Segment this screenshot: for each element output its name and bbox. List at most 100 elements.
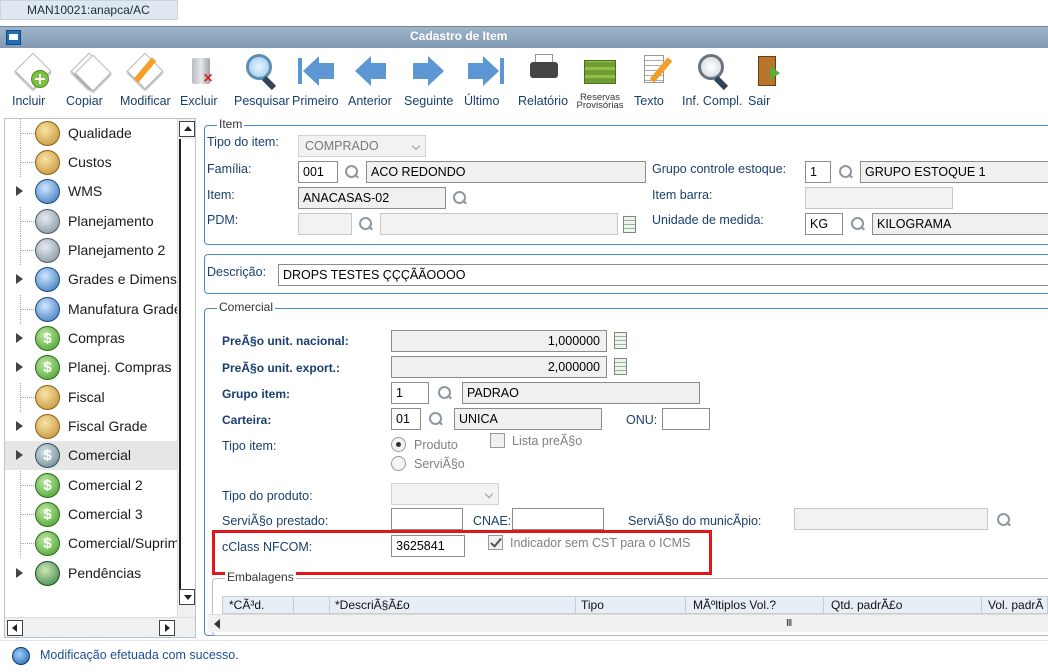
scroll-up-arrow-icon[interactable] bbox=[179, 121, 195, 137]
ultimo-button[interactable]: Último bbox=[464, 52, 508, 114]
preco-export-field[interactable]: 2,000000 bbox=[391, 356, 607, 378]
calculator-icon[interactable] bbox=[614, 358, 627, 375]
calculator-icon[interactable] bbox=[614, 332, 627, 349]
servico-radio[interactable] bbox=[391, 456, 406, 471]
sidebar-item-grades-e-dimensoes[interactable]: Grades e Dimensi bbox=[5, 265, 177, 294]
familia-code-field[interactable]: 001 bbox=[298, 161, 338, 183]
scroll-down-arrow-icon[interactable] bbox=[179, 589, 195, 605]
sidebar-item-custos[interactable]: Custos bbox=[5, 148, 177, 177]
familia-lookup-icon[interactable] bbox=[344, 164, 360, 180]
window-tab[interactable]: MAN10021:anapca/AC bbox=[0, 0, 178, 20]
relatorio-button[interactable]: Relatório bbox=[518, 52, 570, 114]
pdm-code-field[interactable] bbox=[298, 213, 352, 235]
pdm-detail-icon[interactable] bbox=[623, 216, 636, 233]
sidebar-item-fiscal[interactable]: Fiscal bbox=[5, 383, 177, 412]
inf-compl-button[interactable]: Inf. Compl. bbox=[682, 52, 742, 114]
produto-label: Produto bbox=[414, 438, 458, 452]
grupo-item-label: Grupo item: bbox=[222, 387, 290, 401]
excluir-button[interactable]: × Excluir bbox=[180, 52, 222, 114]
item-code-field[interactable]: ANACASAS-02 bbox=[298, 187, 446, 209]
scroll-right-arrow-icon[interactable] bbox=[159, 620, 175, 636]
sidebar-item-planejamento-2[interactable]: Planejamento 2 bbox=[5, 236, 177, 265]
unidade-code-field[interactable]: KG bbox=[805, 213, 843, 235]
sidebar-item-comercial-2[interactable]: $ Comercial 2 bbox=[5, 471, 177, 500]
carteira-code-field[interactable]: 01 bbox=[391, 408, 421, 430]
grupo-estoque-lookup-icon[interactable] bbox=[838, 164, 854, 180]
col-tipo[interactable]: Tipo bbox=[581, 598, 604, 612]
descricao-field[interactable]: DROPS TESTES ÇÇÇÃÃOOOO bbox=[278, 264, 1048, 286]
trash-icon: × bbox=[183, 52, 219, 90]
sidebar-item-compras[interactable]: $ Compras bbox=[5, 324, 177, 353]
carteira-lookup-icon[interactable] bbox=[428, 411, 444, 427]
tipo-produto-select[interactable] bbox=[391, 483, 499, 505]
scroll-left-arrow-icon[interactable] bbox=[7, 620, 23, 636]
scroll-thumb[interactable] bbox=[179, 139, 195, 599]
grupo-item-lookup-icon[interactable] bbox=[437, 385, 453, 401]
tipo-item-select[interactable]: COMPRADO bbox=[298, 135, 426, 157]
sidebar-item-wms[interactable]: WMS bbox=[5, 177, 177, 206]
fiscal-icon bbox=[35, 385, 60, 410]
servico-prestado-field[interactable] bbox=[391, 508, 463, 530]
expand-arrow-icon[interactable] bbox=[16, 568, 23, 578]
sidebar-item-comercial-suprim[interactable]: $ Comercial/Suprim bbox=[5, 529, 177, 558]
status-message: Modificação efetuada com sucesso. bbox=[40, 648, 239, 662]
servico-municipio-field[interactable] bbox=[794, 508, 988, 530]
sair-button[interactable]: Sair bbox=[748, 52, 784, 114]
pesquisar-button[interactable]: Pesquisar bbox=[234, 52, 290, 114]
sidebar-item-comercial-3[interactable]: $ Comercial 3 bbox=[5, 500, 177, 529]
reservas-provisorias-button[interactable]: Reservas Provisórias bbox=[572, 52, 628, 114]
pdm-lookup-icon[interactable] bbox=[358, 216, 374, 232]
produto-radio[interactable] bbox=[391, 437, 406, 452]
modificar-button[interactable]: Modificar bbox=[120, 52, 172, 114]
search-icon bbox=[242, 52, 278, 91]
item-lookup-icon[interactable] bbox=[452, 190, 468, 206]
expand-arrow-icon[interactable] bbox=[16, 186, 23, 196]
sidebar-item-planej-compras[interactable]: $ Planej. Compras bbox=[5, 353, 177, 382]
col-descricao[interactable]: *DescriÃ§Ã£o bbox=[335, 598, 410, 612]
cnae-field[interactable] bbox=[512, 508, 604, 530]
copiar-button[interactable]: Copiar bbox=[66, 52, 114, 114]
sidebar-item-fiscal-grade[interactable]: Fiscal Grade bbox=[5, 412, 177, 441]
expand-arrow-icon[interactable] bbox=[16, 333, 23, 343]
familia-desc-field: ACO REDONDO bbox=[366, 161, 646, 183]
sidebar-vertical-scrollbar[interactable] bbox=[177, 119, 195, 617]
col-qtd-padrao[interactable]: Qtd. padrÃ£o bbox=[831, 598, 902, 612]
grupo-item-code-field[interactable]: 1 bbox=[391, 382, 429, 404]
sidebar-item-qualidade[interactable]: Qualidade bbox=[5, 119, 177, 148]
item-barra-field[interactable] bbox=[805, 187, 953, 209]
primeiro-button[interactable]: Primeiro bbox=[292, 52, 340, 114]
incluir-button[interactable]: Incluir bbox=[12, 52, 56, 114]
expand-arrow-icon[interactable] bbox=[16, 362, 23, 372]
servico-municipio-lookup-icon[interactable] bbox=[996, 512, 1012, 528]
preco-export-label: PreÃ§o unit. export.: bbox=[222, 361, 341, 375]
sidebar-item-comercial[interactable]: $ Comercial bbox=[5, 441, 177, 470]
scroll-grip[interactable]: III bbox=[786, 618, 792, 629]
preco-nacional-field[interactable]: 1,000000 bbox=[391, 330, 607, 352]
last-record-icon bbox=[468, 52, 504, 90]
sidebar-item-planejamento[interactable]: Planejamento bbox=[5, 207, 177, 236]
texto-button[interactable]: Texto bbox=[634, 52, 674, 114]
expand-arrow-icon[interactable] bbox=[16, 450, 23, 460]
col-multiplos-vol[interactable]: MÃºltiplos Vol.? bbox=[693, 598, 776, 612]
unidade-label: Unidade de medida: bbox=[652, 213, 764, 227]
onu-field[interactable] bbox=[662, 408, 710, 430]
expand-arrow-icon[interactable] bbox=[16, 421, 23, 431]
highlight-box bbox=[212, 530, 712, 575]
sidebar-item-manufatura-grade[interactable]: Manufatura Grade bbox=[5, 295, 177, 324]
unidade-lookup-icon[interactable] bbox=[850, 216, 866, 232]
embalagens-horizontal-scrollbar[interactable]: III bbox=[208, 614, 1048, 632]
col-codigo[interactable]: *CÃ³d. bbox=[229, 598, 264, 612]
title-bar: Cadastro de Item bbox=[0, 26, 1048, 48]
onu-label: ONU: bbox=[626, 413, 658, 427]
scroll-left-arrow-icon[interactable] bbox=[214, 619, 220, 629]
seguinte-button[interactable]: Seguinte bbox=[404, 52, 453, 114]
anterior-button[interactable]: Anterior bbox=[348, 52, 394, 114]
sidebar-item-pendencias[interactable]: Pendências bbox=[5, 559, 177, 588]
lista-preco-checkbox[interactable] bbox=[490, 433, 505, 448]
expand-arrow-icon[interactable] bbox=[16, 274, 23, 284]
grades-icon bbox=[35, 267, 60, 292]
sidebar-horizontal-scrollbar[interactable] bbox=[5, 617, 195, 637]
carteira-label: Carteira: bbox=[222, 413, 272, 427]
col-vol-padrao[interactable]: Vol. padrÃ bbox=[988, 598, 1043, 612]
grupo-estoque-code-field[interactable]: 1 bbox=[805, 161, 831, 183]
